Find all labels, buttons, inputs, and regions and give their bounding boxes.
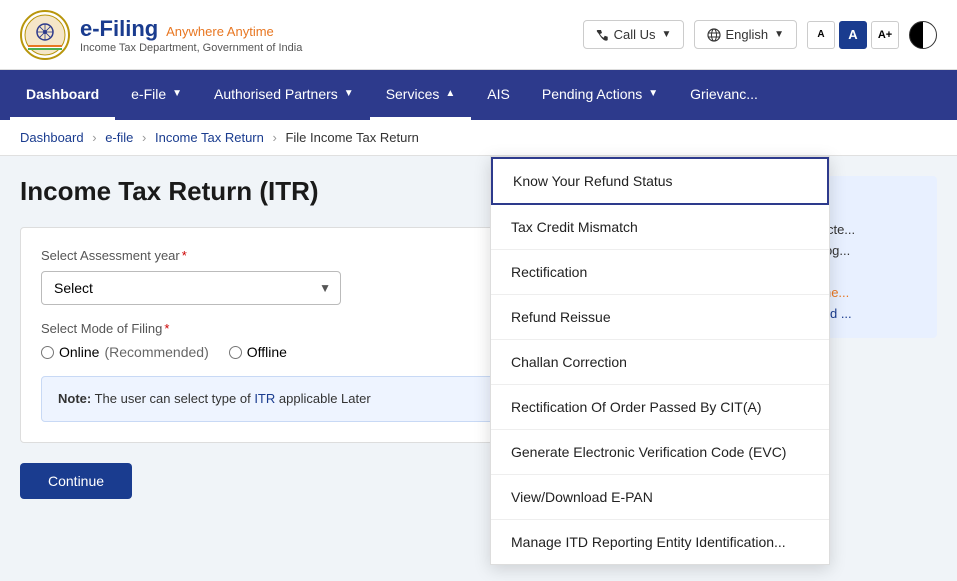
dropdown-item-manage-itd[interactable]: Manage ITD Reporting Entity Identificati… [491, 520, 829, 564]
logo-efiling: e-Filing Anywhere Anytime [80, 16, 302, 42]
services-dropdown: Know Your Refund Status Tax Credit Misma… [490, 156, 830, 565]
breadcrumb-itr[interactable]: Income Tax Return [155, 130, 264, 145]
contrast-toggle-button[interactable] [909, 21, 937, 49]
nav-bar: Dashboard e-File ▼ Authorised Partners ▼… [0, 70, 957, 120]
nav-item-pending-actions[interactable]: Pending Actions ▼ [526, 70, 674, 120]
breadcrumb: Dashboard › e-file › Income Tax Return ›… [0, 120, 957, 156]
logo-text-block: e-Filing Anywhere Anytime Income Tax Dep… [80, 16, 302, 54]
breadcrumb-file-itr: File Income Tax Return [285, 130, 418, 145]
pending-actions-caret-icon: ▼ [648, 88, 658, 99]
font-size-controls: A A A+ [807, 21, 899, 49]
nav-item-ais[interactable]: AIS [471, 70, 526, 120]
top-right-controls: Call Us ▼ English ▼ A A A+ [583, 20, 937, 49]
online-radio-option[interactable]: Online (Recommended) [41, 344, 209, 360]
itr-link[interactable]: ITR [254, 391, 275, 406]
page-wrapper: Income Tax Return (ITR) Select Assessmen… [0, 156, 957, 519]
logo-subtitle: Income Tax Department, Government of Ind… [80, 42, 302, 54]
language-caret: ▼ [774, 29, 784, 40]
assessment-year-select[interactable]: Select 2024-25 2023-24 2022-23 [41, 271, 341, 305]
nav-item-dashboard[interactable]: Dashboard [10, 70, 115, 120]
call-us-button[interactable]: Call Us ▼ [583, 20, 685, 49]
dropdown-item-refund-reissue[interactable]: Refund Reissue [491, 295, 829, 340]
nav-item-grievance[interactable]: Grievanc... [674, 70, 774, 120]
online-radio-input[interactable] [41, 346, 54, 359]
dropdown-item-rectification-cit[interactable]: Rectification Of Order Passed By CIT(A) [491, 385, 829, 430]
call-us-caret: ▼ [662, 29, 672, 40]
dropdown-item-refund-status[interactable]: Know Your Refund Status [491, 157, 829, 205]
dropdown-item-challan-correction[interactable]: Challan Correction [491, 340, 829, 385]
font-small-button[interactable]: A [807, 21, 835, 49]
emblem-icon [20, 10, 70, 60]
note-label: Note: [58, 391, 91, 406]
nav-item-services[interactable]: Services ▲ [370, 70, 472, 120]
logo-area: e-Filing Anywhere Anytime Income Tax Dep… [20, 10, 302, 60]
offline-radio-option[interactable]: Offline [229, 344, 287, 360]
efile-caret-icon: ▼ [172, 88, 182, 99]
assessment-year-select-wrapper: Select 2024-25 2023-24 2022-23 ▼ [41, 271, 341, 305]
dropdown-item-evc[interactable]: Generate Electronic Verification Code (E… [491, 430, 829, 475]
dropdown-item-rectification[interactable]: Rectification [491, 250, 829, 295]
breadcrumb-efile[interactable]: e-file [105, 130, 133, 145]
phone-icon [596, 28, 610, 42]
main-content: Income Tax Return (ITR) Select Assessmen… [0, 156, 957, 519]
font-large-button[interactable]: A+ [871, 21, 899, 49]
dropdown-item-epan[interactable]: View/Download E-PAN [491, 475, 829, 520]
breadcrumb-dashboard[interactable]: Dashboard [20, 130, 84, 145]
font-medium-button[interactable]: A [839, 21, 867, 49]
globe-icon [707, 28, 721, 42]
offline-radio-input[interactable] [229, 346, 242, 359]
dropdown-item-tax-credit[interactable]: Tax Credit Mismatch [491, 205, 829, 250]
nav-item-efile[interactable]: e-File ▼ [115, 70, 198, 120]
authorised-partners-caret-icon: ▼ [344, 88, 354, 99]
continue-button[interactable]: Continue [20, 463, 132, 499]
top-bar: e-Filing Anywhere Anytime Income Tax Dep… [0, 0, 957, 70]
language-button[interactable]: English ▼ [694, 20, 797, 49]
nav-item-authorised-partners[interactable]: Authorised Partners ▼ [198, 70, 370, 120]
services-caret-icon: ▲ [445, 88, 455, 99]
